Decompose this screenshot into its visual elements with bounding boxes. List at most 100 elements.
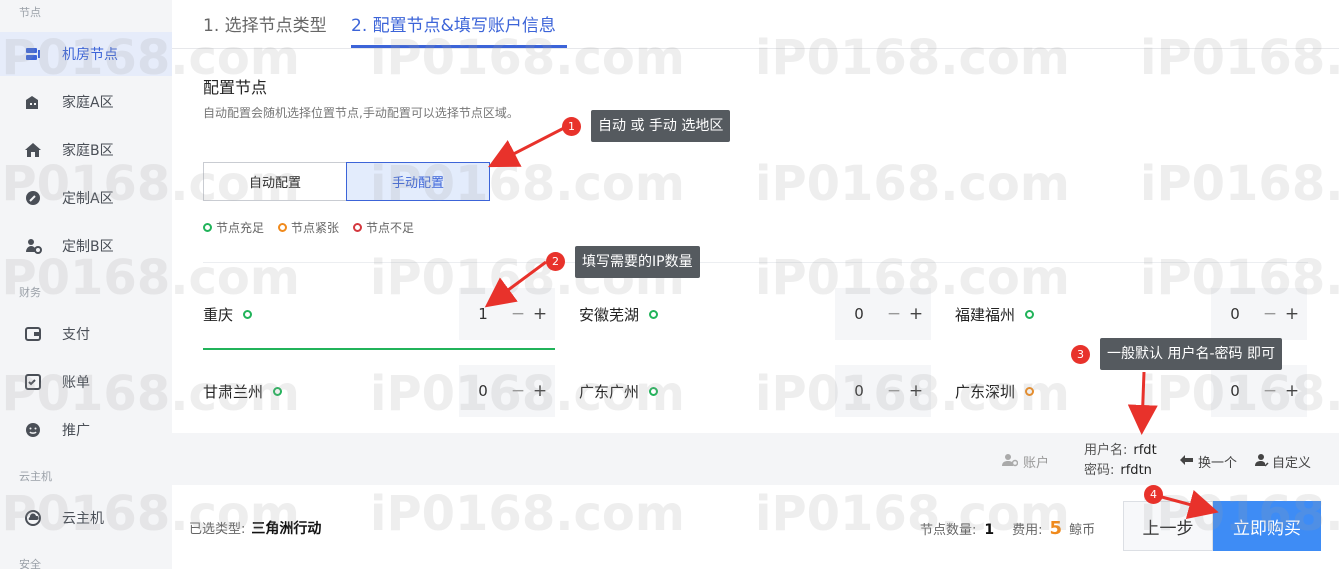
quantity-value[interactable]: 0	[1211, 382, 1259, 400]
section-label-cloud: 云主机	[19, 470, 52, 483]
currency-label: 鲸币	[1069, 523, 1096, 538]
quantity-stepper[interactable]: 0 − +	[459, 365, 555, 417]
sidebar-item-promotion[interactable]: 推广	[0, 408, 172, 452]
buy-now-button[interactable]: 立即购买	[1213, 501, 1321, 551]
cloud-icon	[24, 509, 42, 527]
sidebar-item-label: 机房节点	[62, 47, 118, 63]
plus-button[interactable]: +	[529, 381, 551, 401]
quantity-stepper[interactable]: 0 − +	[835, 288, 931, 340]
quantity-value[interactable]: 0	[1211, 305, 1259, 323]
region-name: 甘肃兰州	[203, 381, 283, 402]
quantity-stepper[interactable]: 1 − +	[459, 288, 555, 340]
password-label: 密码:	[1084, 463, 1115, 478]
sidebar-item-home-b[interactable]: 家庭B区	[0, 128, 172, 172]
change-account-button[interactable]: 换一个	[1179, 452, 1237, 471]
selected-type-value: 三角洲行动	[251, 521, 322, 537]
server-icon	[24, 45, 42, 63]
orange-ring-icon	[1025, 387, 1035, 396]
annotation-callout-1: 自动 或 手动 选地区	[591, 110, 731, 142]
section-title: 配置节点	[203, 78, 268, 97]
minus-button[interactable]: −	[1259, 381, 1281, 401]
quantity-value[interactable]: 1	[459, 305, 507, 323]
sidebar-item-label: 家庭A区	[62, 95, 114, 111]
region-row[interactable]: 广东广州 0 − +	[579, 365, 931, 417]
fee-value: 5	[1049, 518, 1063, 539]
sidebar-item-custom-a[interactable]: 定制A区	[0, 176, 172, 220]
section-description: 自动配置会随机选择位置节点,手动配置可以选择节点区域。	[203, 106, 519, 120]
quantity-stepper[interactable]: 0 − +	[1211, 288, 1307, 340]
region-label: 安徽芜湖	[579, 306, 640, 324]
annotation-callout-3: 一般默认 用户名-密码 即可	[1100, 338, 1282, 370]
region-row[interactable]: 甘肃兰州 0 − +	[203, 365, 555, 417]
username-value: rfdt	[1133, 443, 1157, 458]
plus-button[interactable]: +	[1281, 304, 1303, 324]
annotation-badge-4: 4	[1144, 485, 1163, 504]
plus-button[interactable]: +	[905, 381, 927, 401]
region-row[interactable]: 福建福州 0 − +	[955, 288, 1307, 340]
prev-step-button[interactable]: 上一步	[1123, 501, 1213, 551]
sidebar: 节点 机房节点 家庭A区 家庭B区 定制A区 定制B区 财务 支付 账单 推广 …	[0, 0, 172, 569]
region-label: 广东广州	[579, 383, 640, 401]
manual-config-button[interactable]: 手动配置	[346, 162, 490, 201]
sidebar-item-datacenter[interactable]: 机房节点	[0, 32, 172, 76]
green-ring-icon	[273, 387, 283, 396]
minus-button[interactable]: −	[883, 304, 905, 324]
quantity-stepper[interactable]: 0 − +	[835, 365, 931, 417]
plus-button[interactable]: +	[529, 304, 551, 324]
sidebar-item-label: 定制B区	[62, 239, 114, 255]
sidebar-item-home-a[interactable]: 家庭A区	[0, 80, 172, 124]
minus-button[interactable]: −	[883, 381, 905, 401]
region-name: 安徽芜湖	[579, 304, 659, 325]
sidebar-item-label: 支付	[62, 327, 90, 343]
node-count-label: 节点数量:	[920, 523, 977, 538]
region-label: 重庆	[203, 306, 234, 324]
account-bar: 账户 用户名: rfdt 密码: rfdtn 换一个 自定义	[172, 433, 1339, 485]
section-label-finance: 财务	[19, 286, 41, 299]
minus-button[interactable]: −	[507, 304, 529, 324]
sidebar-item-label: 账单	[62, 375, 90, 391]
sidebar-item-bills[interactable]: 账单	[0, 360, 172, 404]
sidebar-item-payment[interactable]: 支付	[0, 312, 172, 356]
legend-tight: 节点紧张	[278, 219, 339, 236]
region-row[interactable]: 广东深圳 0 − +	[955, 365, 1307, 417]
region-label: 广东深圳	[955, 383, 1016, 401]
status-legend: 节点充足 节点紧张 节点不足	[203, 219, 414, 236]
region-label: 甘肃兰州	[203, 383, 264, 401]
sidebar-item-cloud-host[interactable]: 云主机	[0, 496, 172, 540]
swap-icon	[1179, 453, 1195, 471]
account-credentials: 用户名: rfdt 密码: rfdtn	[1084, 441, 1157, 481]
divider	[203, 262, 1308, 263]
region-name: 广东广州	[579, 381, 659, 402]
building-icon	[24, 93, 42, 111]
quantity-stepper[interactable]: 0 − +	[1211, 365, 1307, 417]
region-row[interactable]: 重庆 1 − +	[203, 288, 555, 350]
smile-icon	[24, 421, 42, 439]
node-count-value: 1	[984, 522, 995, 538]
plus-button[interactable]: +	[1281, 381, 1303, 401]
green-ring-icon	[243, 310, 253, 319]
quantity-value[interactable]: 0	[459, 382, 507, 400]
sidebar-item-custom-b[interactable]: 定制B区	[0, 224, 172, 268]
tab-step-2[interactable]: 2. 配置节点&填写账户信息	[351, 11, 556, 36]
bill-icon	[24, 373, 42, 391]
quantity-value[interactable]: 0	[835, 382, 883, 400]
tab-step-1[interactable]: 1. 选择节点类型	[203, 11, 327, 36]
gear-user-icon	[24, 237, 42, 255]
quantity-value[interactable]: 0	[835, 305, 883, 323]
legend-label: 节点不足	[366, 221, 415, 235]
account-label: 账户	[1002, 452, 1049, 471]
custom-account-button[interactable]: 自定义	[1255, 452, 1311, 471]
custom-label: 自定义	[1272, 456, 1312, 471]
plus-button[interactable]: +	[905, 304, 927, 324]
sidebar-item-label: 定制A区	[62, 191, 114, 207]
auto-config-button[interactable]: 自动配置	[203, 162, 347, 201]
home-icon	[24, 141, 42, 159]
region-row[interactable]: 安徽芜湖 0 − +	[579, 288, 931, 340]
username-label: 用户名:	[1084, 443, 1128, 458]
section-label-security: 安全	[19, 558, 41, 569]
minus-button[interactable]: −	[1259, 304, 1281, 324]
sidebar-item-label: 家庭B区	[62, 143, 114, 159]
minus-button[interactable]: −	[507, 381, 529, 401]
fee-label: 费用:	[1012, 523, 1043, 538]
wrench-icon	[24, 189, 42, 207]
